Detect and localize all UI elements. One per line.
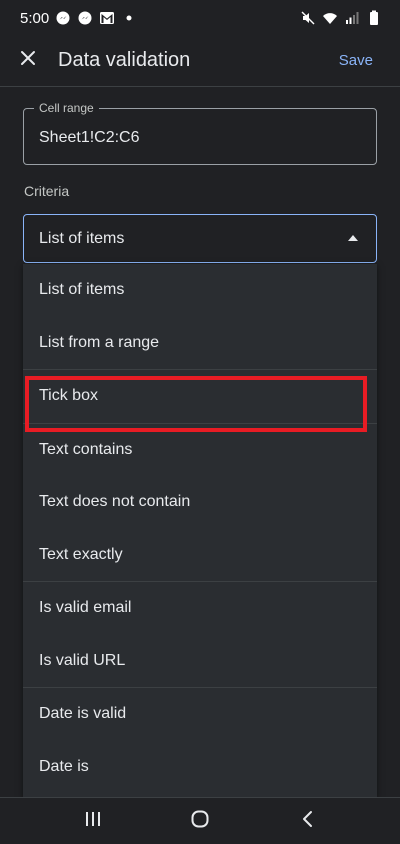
messenger-icon [77, 10, 93, 26]
menu-item-text-does-not-contain[interactable]: Text does not contain [23, 476, 377, 529]
status-bar: 5:00 [0, 0, 400, 36]
menu-item-date-is[interactable]: Date is [23, 741, 377, 794]
close-icon [20, 50, 36, 71]
recent-apps-button[interactable] [73, 801, 113, 841]
menu-item-is-valid-email[interactable]: Is valid email [23, 582, 377, 635]
status-right [300, 10, 382, 26]
app-bar: Data validation Save [0, 36, 400, 84]
mute-icon [300, 10, 316, 26]
cell-range-field[interactable]: Cell range Sheet1!C2:C6 [23, 101, 377, 165]
menu-item-date-is-valid[interactable]: Date is valid [23, 688, 377, 741]
menu-item-is-valid-url[interactable]: Is valid URL [23, 635, 377, 688]
wifi-icon [322, 10, 338, 26]
page-title: Data validation [58, 48, 191, 71]
criteria-selected-value: List of items [39, 229, 125, 247]
criteria-dropdown[interactable]: List of items [23, 214, 377, 263]
gmail-icon [99, 10, 115, 26]
menu-item-list-from-a-range[interactable]: List from a range [23, 317, 377, 370]
cell-range-label: Cell range [34, 101, 99, 115]
cell-range-value: Sheet1!C2:C6 [39, 129, 140, 146]
close-button[interactable] [0, 36, 56, 84]
recent-apps-icon [84, 811, 102, 832]
messenger-icon [55, 10, 71, 26]
home-button[interactable] [180, 801, 220, 841]
back-icon [300, 810, 314, 833]
save-button[interactable]: Save [339, 52, 373, 69]
back-button[interactable] [287, 801, 327, 841]
battery-icon [366, 10, 382, 26]
menu-item-list-of-items[interactable]: List of items [23, 264, 377, 317]
signal-icon [344, 10, 360, 26]
status-time: 5:00 [20, 9, 50, 27]
chevron-up-icon [348, 235, 358, 241]
system-nav-bar [0, 797, 400, 844]
menu-item-tick-box[interactable]: Tick box [23, 370, 377, 423]
menu-item-text-contains[interactable]: Text contains [23, 424, 377, 477]
home-icon [190, 809, 210, 834]
status-left: 5:00 [20, 10, 137, 27]
main-content: Cell range Sheet1!C2:C6 Criteria List of… [0, 87, 400, 797]
criteria-label: Criteria [24, 183, 70, 199]
dot-icon [121, 10, 137, 26]
criteria-menu: List of items List from a range Tick box Te… [23, 264, 377, 797]
menu-item-text-exactly[interactable]: Text exactly [23, 529, 377, 582]
